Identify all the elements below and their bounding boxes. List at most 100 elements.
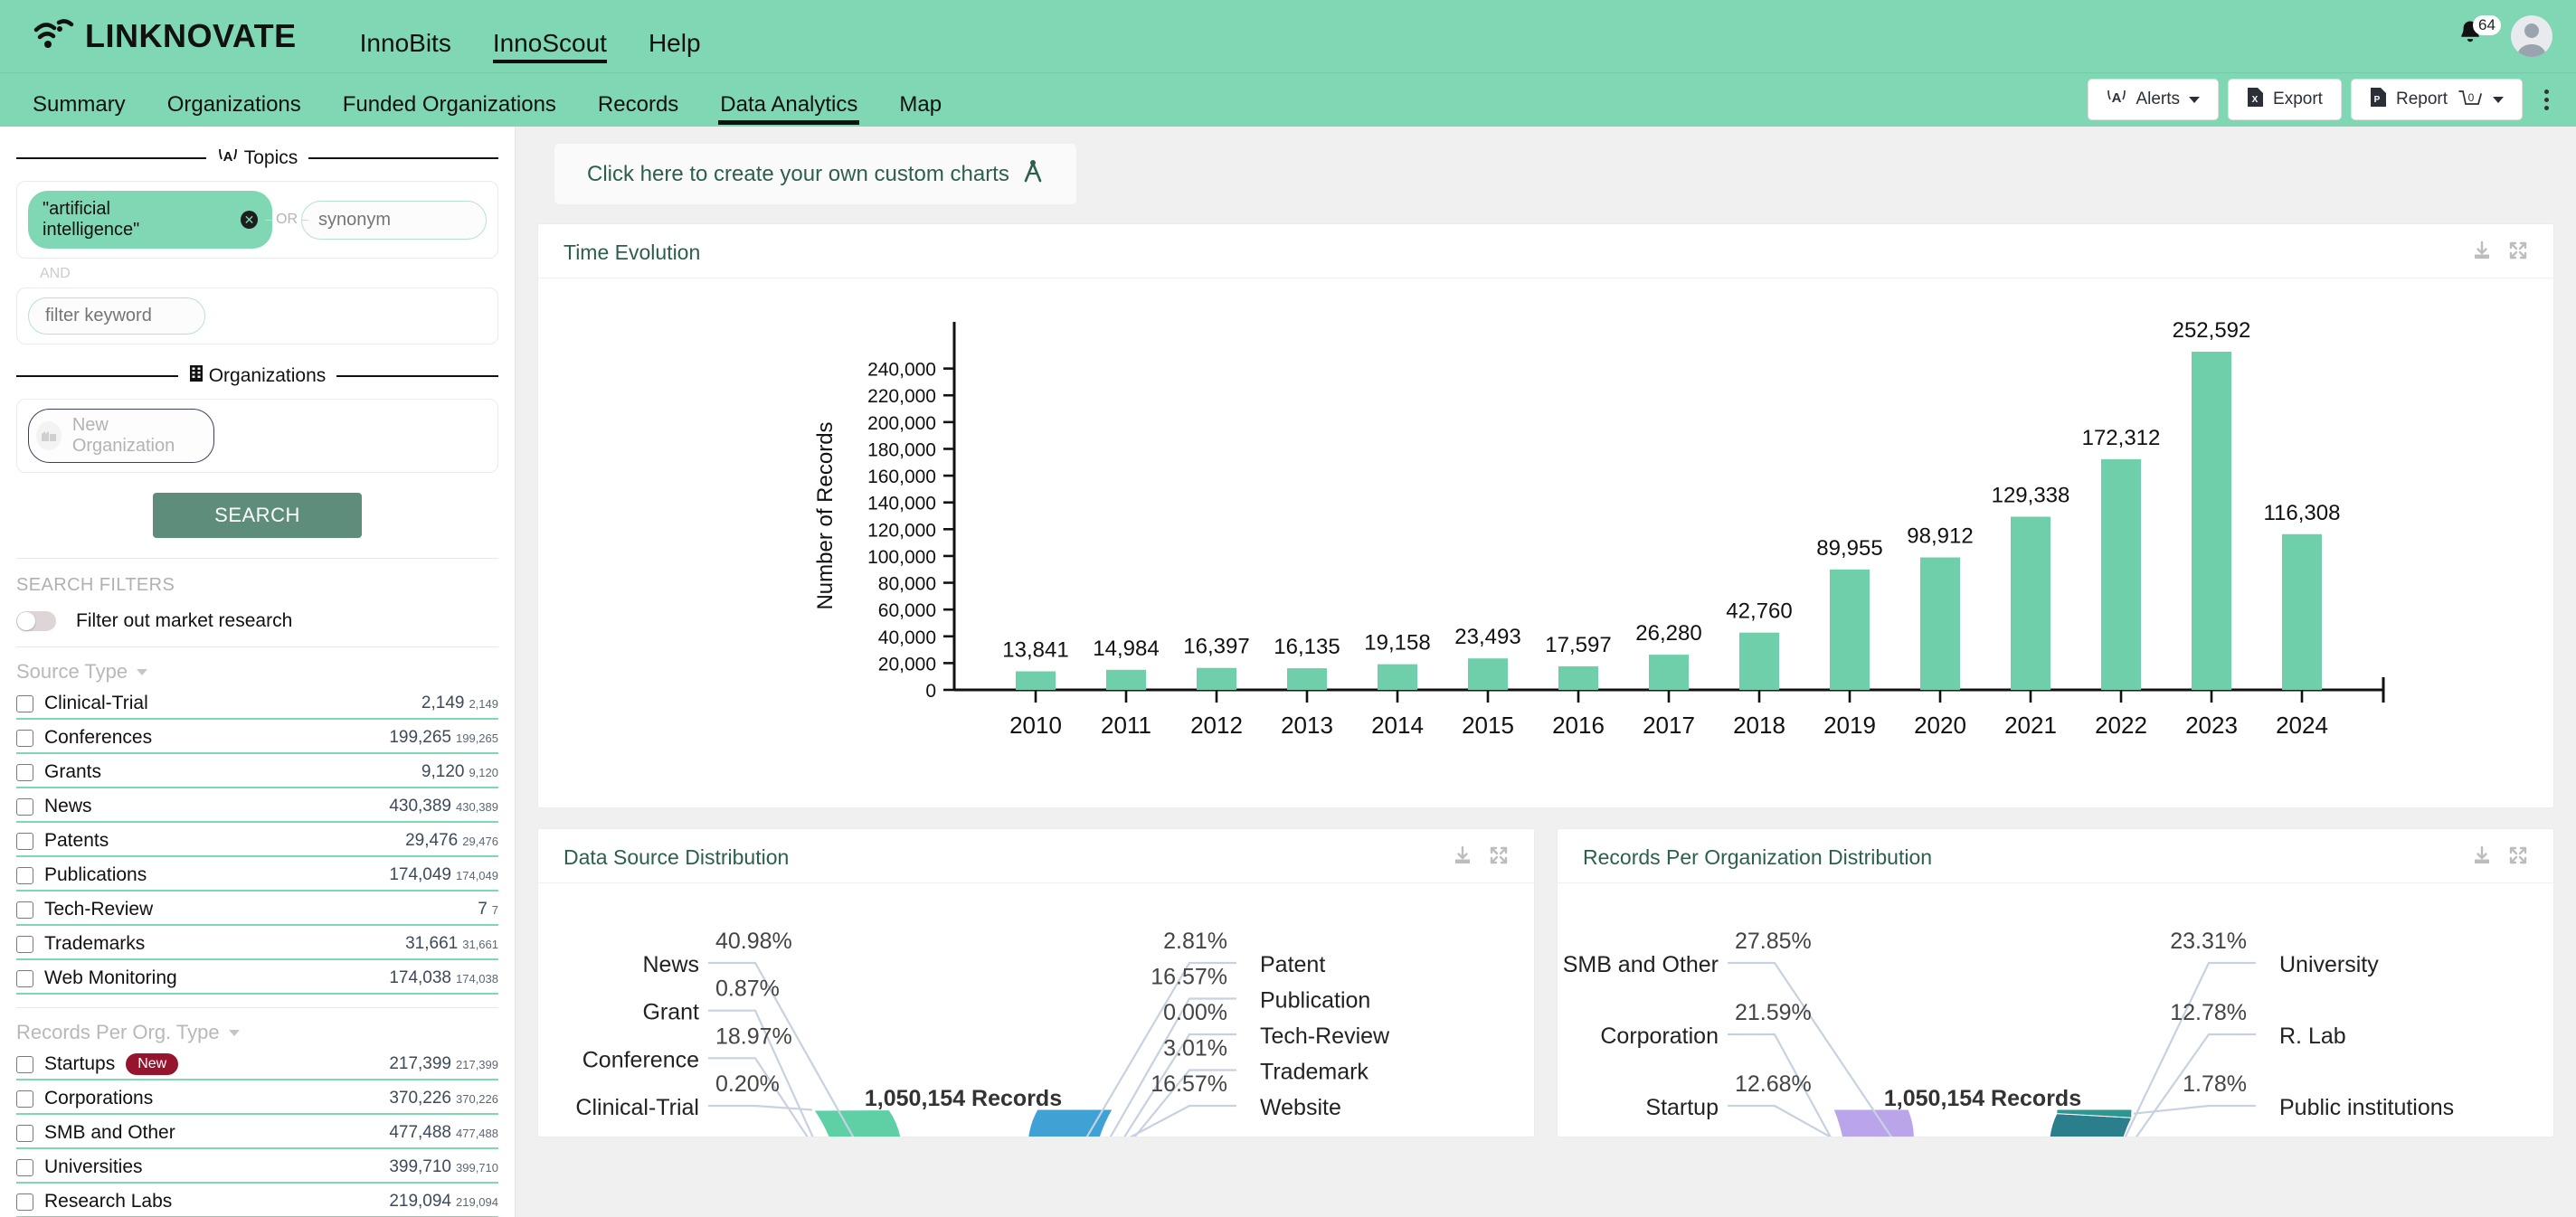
powerpoint-file-icon: P	[2370, 87, 2387, 113]
divider	[16, 558, 498, 559]
more-options-button[interactable]	[2532, 89, 2558, 110]
filter-label: Trademarks	[44, 933, 146, 954]
panel-actions	[2472, 845, 2528, 870]
svg-text:A: A	[2112, 90, 2122, 106]
notifications-button[interactable]: 64	[2457, 15, 2501, 53]
checkbox[interactable]	[16, 1193, 33, 1211]
filter-row-web-monitoring[interactable]: Web Monitoring 174,038 174,038	[16, 962, 498, 995]
checkbox[interactable]	[16, 797, 33, 816]
export-button[interactable]: X Export	[2228, 79, 2342, 120]
donut-label: Grant	[642, 1000, 699, 1025]
filter-count: 199,265	[389, 728, 451, 747]
svg-text:2014: 2014	[1371, 712, 1424, 739]
svg-text:16,135: 16,135	[1274, 635, 1340, 659]
checkbox[interactable]	[16, 866, 33, 884]
tab-data-analytics[interactable]: Data Analytics	[718, 94, 860, 127]
tab-organizations[interactable]: Organizations	[167, 94, 301, 127]
divider-line	[336, 375, 499, 377]
checkbox[interactable]	[16, 1055, 33, 1073]
svg-text:2022: 2022	[2095, 712, 2147, 739]
filter-keyword-input[interactable]	[28, 297, 205, 335]
top-nav-innobits[interactable]: InnoBits	[360, 31, 451, 72]
new-organization-input[interactable]: New Organization	[28, 409, 214, 463]
svg-text:180,000: 180,000	[867, 439, 936, 460]
panel-body: SMB and Other 27.85% Corporation 21.59% Star…	[1558, 883, 2553, 1217]
source-type-title: Source Type	[16, 660, 128, 683]
checkbox[interactable]	[16, 1090, 33, 1108]
filter-row-patents[interactable]: Patents 29,476 29,476	[16, 825, 498, 857]
svg-text:Number of Records: Number of Records	[813, 421, 838, 609]
expand-icon[interactable]	[2508, 845, 2528, 870]
filter-row-corporations[interactable]: Corporations 370,226 370,226	[16, 1082, 498, 1115]
filter-label: Conferences	[44, 727, 153, 748]
donut-percent: 2.81%	[1163, 929, 1227, 954]
export-label: Export	[2273, 90, 2323, 108]
checkbox[interactable]	[16, 694, 33, 712]
alerts-button[interactable]: A Alerts	[2088, 79, 2220, 120]
source-type-group-header[interactable]: Source Type	[16, 660, 498, 684]
topic-chip[interactable]: "artificial intelligence" ✕	[28, 191, 272, 249]
filter-count-small: 217,399	[456, 1058, 498, 1071]
panel-title: Time Evolution	[564, 241, 701, 264]
download-icon[interactable]	[2472, 241, 2492, 265]
filter-row-trademarks[interactable]: Trademarks 31,661 31,661	[16, 928, 498, 960]
top-nav-innoscout[interactable]: InnoScout	[492, 31, 608, 72]
tab-records[interactable]: Records	[598, 94, 678, 127]
svg-text:16,397: 16,397	[1183, 635, 1249, 659]
svg-text:2021: 2021	[2004, 712, 2057, 739]
synonym-input[interactable]	[301, 200, 487, 240]
expand-icon[interactable]	[2508, 241, 2528, 265]
filter-row-conferences[interactable]: Conferences 199,265 199,265	[16, 722, 498, 754]
checkbox[interactable]	[16, 832, 33, 850]
checkbox[interactable]	[16, 901, 33, 919]
filter-row-startups[interactable]: Startups New 217,399 217,399	[16, 1048, 498, 1080]
donut-slice-startup[interactable]	[1833, 1109, 1915, 1168]
report-button[interactable]: P Report 0	[2350, 79, 2523, 120]
records-per-org-group-header[interactable]: Records Per Org. Type	[16, 1021, 498, 1044]
filter-market-research-toggle[interactable]	[16, 611, 56, 631]
filter-row-tech-review[interactable]: Tech-Review 77	[16, 893, 498, 926]
panel-title: Data Source Distribution	[564, 845, 790, 869]
expand-icon[interactable]	[1489, 845, 1509, 870]
svg-text:116,308: 116,308	[2264, 501, 2341, 525]
checkbox[interactable]	[16, 1158, 33, 1176]
filter-row-news[interactable]: News 430,389 430,389	[16, 790, 498, 823]
svg-text:129,338: 129,338	[1992, 483, 2070, 507]
avatar[interactable]	[2511, 15, 2552, 57]
brand-logo[interactable]: LINKNOVATE	[33, 17, 297, 55]
excel-file-icon: X	[2247, 87, 2264, 113]
data-source-donut-chart: News 40.98% Grant 0.87% Conference 18.97% Clin…	[575, 929, 1390, 1217]
tab-summary[interactable]: Summary	[33, 94, 126, 127]
filter-row-clinical-trial[interactable]: Clinical-Trial 2,149 2,149	[16, 687, 498, 720]
divider	[16, 1007, 498, 1008]
filter-label: SMB and Other	[44, 1122, 175, 1143]
organizations-section-header: Organizations	[16, 364, 499, 388]
checkbox[interactable]	[16, 1124, 33, 1142]
filter-count-small: 9,120	[469, 766, 498, 779]
donut-slice-conference[interactable]	[813, 1109, 903, 1195]
tab-funded-organizations[interactable]: Funded Organizations	[343, 94, 556, 127]
download-icon[interactable]	[2472, 845, 2492, 870]
filter-row-research-labs[interactable]: Research Labs 219,094 219,094	[16, 1185, 498, 1217]
filter-count-small: 174,038	[456, 972, 498, 986]
top-nav-help[interactable]: Help	[649, 31, 701, 72]
checkbox[interactable]	[16, 969, 33, 987]
svg-text:2016: 2016	[1552, 712, 1605, 739]
filter-label: Universities	[44, 1156, 143, 1177]
filter-count: 399,710	[389, 1157, 451, 1176]
filter-row-grants[interactable]: Grants 9,120 9,120	[16, 756, 498, 788]
checkbox[interactable]	[16, 935, 33, 953]
create-custom-charts-button[interactable]: Click here to create your own custom cha…	[554, 143, 1077, 205]
svg-text:2018: 2018	[1733, 712, 1785, 739]
search-button[interactable]: SEARCH	[153, 493, 362, 538]
filter-row-universities[interactable]: Universities 399,710 399,710	[16, 1151, 498, 1184]
donut-percent: 12.78%	[2170, 1000, 2247, 1025]
checkbox[interactable]	[16, 763, 33, 781]
close-icon[interactable]: ✕	[240, 211, 258, 229]
filter-row-publications[interactable]: Publications 174,049 174,049	[16, 859, 498, 892]
checkbox[interactable]	[16, 729, 33, 747]
filter-row-smb-and-other[interactable]: SMB and Other 477,488 477,488	[16, 1117, 498, 1149]
header-actions: 64	[2457, 0, 2552, 72]
tab-map[interactable]: Map	[899, 94, 942, 127]
download-icon[interactable]	[1453, 845, 1473, 870]
